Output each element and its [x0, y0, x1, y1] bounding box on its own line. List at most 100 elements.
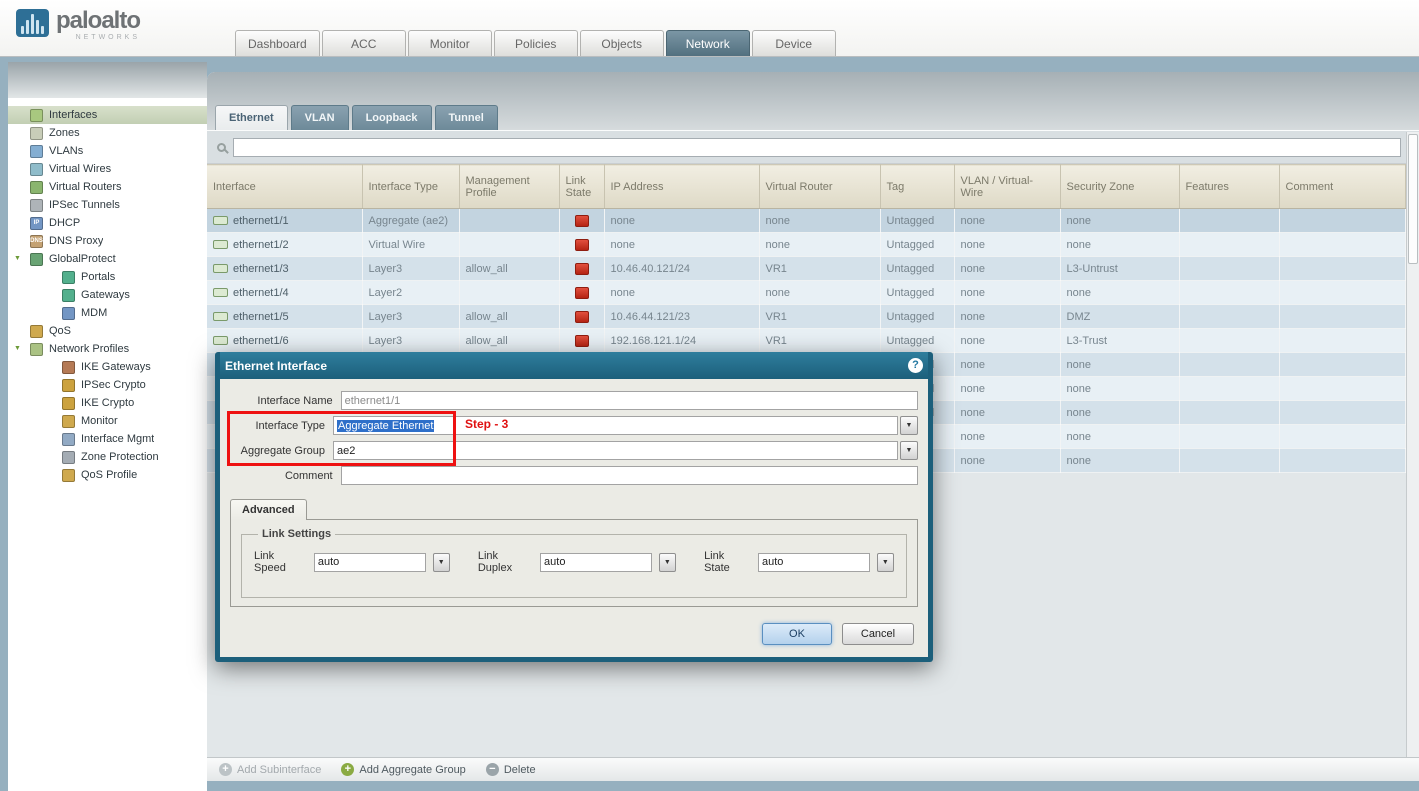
sidebar-item-mdm[interactable]: MDM [8, 304, 207, 322]
column-header-vlan-virtual-wire[interactable]: VLAN / Virtual-Wire [954, 165, 1060, 209]
virtual-routers-icon [30, 181, 43, 194]
interface-link[interactable]: ethernet1/3 [233, 263, 289, 275]
interface-link[interactable]: ethernet1/6 [233, 335, 289, 347]
nav-tab-acc[interactable]: ACC [322, 30, 406, 56]
link-down-icon [575, 239, 589, 251]
column-header-virtual-router[interactable]: Virtual Router [759, 165, 880, 209]
sidebar-item-portals[interactable]: Portals [8, 268, 207, 286]
ike-gateways-icon [62, 361, 75, 374]
tab-loopback[interactable]: Loopback [352, 105, 432, 130]
security-zone-cell: none [1060, 449, 1179, 473]
chevron-down-icon[interactable]: ▼ [900, 441, 918, 460]
sidebar-item-qos-profile[interactable]: QoS Profile [8, 466, 207, 484]
column-header-interface[interactable]: Interface [207, 165, 362, 209]
chevron-down-icon[interactable]: ▼ [900, 416, 918, 435]
link-settings-group: Link Settings Link Speed auto ▼ Link Dup… [241, 528, 907, 598]
sidebar-item-dhcp[interactable]: IPDHCP [8, 214, 207, 232]
help-icon[interactable]: ? [908, 358, 923, 373]
table-row[interactable]: ethernet1/5Layer3allow_all10.46.44.121/2… [207, 305, 1405, 329]
tag-cell: Untagged [880, 209, 954, 233]
security-zone-cell: none [1060, 281, 1179, 305]
comment-cell [1279, 401, 1405, 425]
vlan-virtual-wire-cell: none [954, 281, 1060, 305]
interface-link[interactable]: ethernet1/5 [233, 311, 289, 323]
interface-link[interactable]: ethernet1/4 [233, 287, 289, 299]
tab-ethernet[interactable]: Ethernet [215, 105, 288, 130]
delete-button[interactable]: −Delete [486, 763, 536, 776]
interface-name-label: Interface Name [230, 395, 341, 407]
sidebar-item-ipsec-tunnels[interactable]: IPSec Tunnels [8, 196, 207, 214]
sidebar-item-dns-proxy[interactable]: DNSDNS Proxy [8, 232, 207, 250]
tab-tunnel[interactable]: Tunnel [435, 105, 498, 130]
dialog-title-bar[interactable]: Ethernet Interface ? [220, 352, 928, 379]
expand-arrow-icon[interactable]: ▼ [14, 345, 21, 352]
sidebar-item-label: Zones [49, 127, 80, 139]
link-state-select[interactable]: auto [758, 553, 870, 572]
link-speed-select[interactable]: auto [314, 553, 426, 572]
sidebar-item-zones[interactable]: Zones [8, 124, 207, 142]
link-state-cell [559, 209, 604, 233]
nav-tab-dashboard[interactable]: Dashboard [235, 30, 320, 56]
expand-arrow-icon[interactable]: ▼ [14, 255, 21, 262]
sidebar-item-network-profiles[interactable]: ▼Network Profiles [8, 340, 207, 358]
vertical-scrollbar[interactable] [1406, 132, 1419, 757]
column-header-security-zone[interactable]: Security Zone [1060, 165, 1179, 209]
interface-link[interactable]: ethernet1/1 [233, 215, 289, 227]
security-zone-cell: L3-Untrust [1060, 257, 1179, 281]
table-row[interactable]: ethernet1/6Layer3allow_all192.168.121.1/… [207, 329, 1405, 353]
table-row[interactable]: ethernet1/3Layer3allow_all10.46.40.121/2… [207, 257, 1405, 281]
nav-tab-monitor[interactable]: Monitor [408, 30, 492, 56]
sidebar-item-ipsec-crypto[interactable]: IPSec Crypto [8, 376, 207, 394]
add-aggregate-group-button[interactable]: +Add Aggregate Group [341, 763, 465, 776]
sidebar-item-virtual-routers[interactable]: Virtual Routers [8, 178, 207, 196]
ok-button[interactable]: OK [762, 623, 832, 645]
search-bar [207, 131, 1419, 164]
ike-crypto-icon [62, 397, 75, 410]
interface-type-select[interactable]: Aggregate Ethernet [333, 416, 898, 435]
sidebar-item-monitor[interactable]: Monitor [8, 412, 207, 430]
features-cell [1179, 377, 1279, 401]
chevron-down-icon[interactable]: ▼ [659, 553, 676, 572]
chevron-down-icon[interactable]: ▼ [433, 553, 450, 572]
sidebar-item-label: Virtual Wires [49, 163, 111, 175]
sidebar-item-interfaces[interactable]: Interfaces [8, 106, 207, 124]
nav-tab-objects[interactable]: Objects [580, 30, 664, 56]
cancel-button[interactable]: Cancel [842, 623, 914, 645]
sidebar-item-zone-protection[interactable]: Zone Protection [8, 448, 207, 466]
column-header-features[interactable]: Features [1179, 165, 1279, 209]
table-row[interactable]: ethernet1/2Virtual WirenonenoneUntaggedn… [207, 233, 1405, 257]
link-down-icon [575, 215, 589, 227]
column-header-link-state[interactable]: Link State [559, 165, 604, 209]
comment-field[interactable] [341, 466, 918, 485]
column-header-interface-type[interactable]: Interface Type [362, 165, 459, 209]
table-row[interactable]: ethernet1/1Aggregate (ae2)nonenoneUntagg… [207, 209, 1405, 233]
nav-tab-policies[interactable]: Policies [494, 30, 578, 56]
sidebar-item-virtual-wires[interactable]: Virtual Wires [8, 160, 207, 178]
sidebar-item-label: DNS Proxy [49, 235, 103, 247]
chevron-down-icon[interactable]: ▼ [877, 553, 894, 572]
tab-advanced[interactable]: Advanced [230, 499, 307, 520]
scrollbar-thumb[interactable] [1408, 134, 1418, 264]
column-header-tag[interactable]: Tag [880, 165, 954, 209]
sidebar-item-interface-mgmt[interactable]: Interface Mgmt [8, 430, 207, 448]
tab-vlan[interactable]: VLAN [291, 105, 349, 130]
virtual-router-cell: VR1 [759, 329, 880, 353]
table-row[interactable]: ethernet1/4Layer2nonenoneUntaggednonenon… [207, 281, 1405, 305]
tag-cell: Untagged [880, 257, 954, 281]
sidebar-item-qos[interactable]: QoS [8, 322, 207, 340]
link-duplex-select[interactable]: auto [540, 553, 652, 572]
sidebar-item-vlans[interactable]: VLANs [8, 142, 207, 160]
sidebar-item-globalprotect[interactable]: ▼GlobalProtect [8, 250, 207, 268]
interface-link[interactable]: ethernet1/2 [233, 239, 289, 251]
column-header-ip-address[interactable]: IP Address [604, 165, 759, 209]
nav-tab-device[interactable]: Device [752, 30, 836, 56]
aggregate-group-select[interactable]: ae2 [333, 441, 898, 460]
search-input[interactable] [233, 138, 1401, 157]
column-header-management-profile[interactable]: Management Profile [459, 165, 559, 209]
nav-tab-network[interactable]: Network [666, 30, 750, 56]
column-header-comment[interactable]: Comment [1279, 165, 1405, 209]
sidebar-item-ike-gateways[interactable]: IKE Gateways [8, 358, 207, 376]
sidebar-item-gateways[interactable]: Gateways [8, 286, 207, 304]
interface-type-label: Interface Type [230, 420, 333, 432]
sidebar-item-ike-crypto[interactable]: IKE Crypto [8, 394, 207, 412]
